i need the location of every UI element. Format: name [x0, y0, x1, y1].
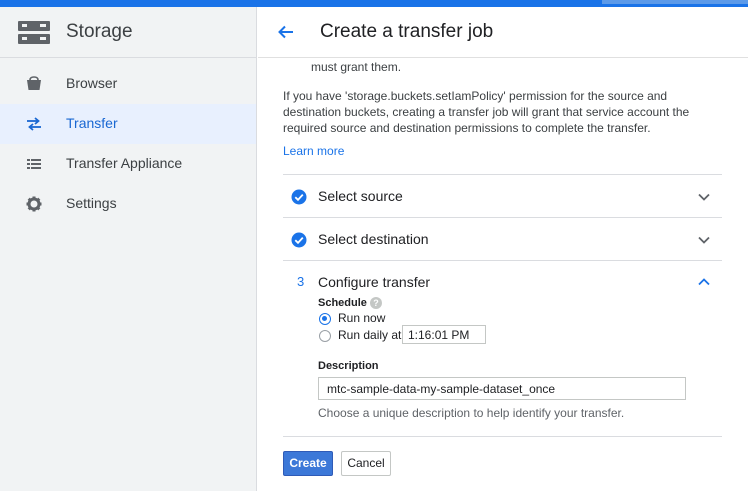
check-circle-icon [291, 232, 307, 248]
step-configure-transfer[interactable]: Configure transfer [318, 274, 430, 290]
arrow-back-icon[interactable] [276, 22, 296, 42]
sidebar-item-transfer-appliance[interactable]: Transfer Appliance [0, 144, 256, 184]
sidebar: Storage Browser Transfer Transfer Applia… [0, 7, 257, 491]
run-now-label: Run now [338, 311, 386, 325]
step-select-source[interactable]: Select source [318, 188, 403, 204]
permission-paragraph: If you have 'storage.buckets.setIamPolic… [283, 89, 690, 135]
check-circle-icon [291, 189, 307, 205]
page-content: must grant them. If you have 'storage.bu… [258, 58, 748, 491]
page-header: Create a transfer job [258, 7, 748, 58]
help-icon[interactable]: ? [370, 297, 382, 309]
sidebar-divider [0, 57, 257, 58]
time-input[interactable]: 1:16:01 PM [402, 325, 486, 344]
chevron-down-icon[interactable] [696, 232, 712, 248]
step-divider [283, 217, 722, 218]
step-divider [283, 260, 722, 261]
step-select-destination[interactable]: Select destination [318, 231, 429, 247]
product-title: Storage [66, 21, 133, 42]
sidebar-item-label: Settings [66, 195, 117, 211]
transfer-arrows-icon [27, 117, 41, 131]
run-now-radio[interactable] [319, 313, 331, 325]
gear-icon [26, 196, 42, 212]
list-icon [27, 159, 41, 169]
main-panel: Create a transfer job must grant them. I… [258, 7, 748, 491]
truncated-text: must grant them. [311, 60, 402, 74]
run-daily-radio[interactable] [319, 330, 331, 342]
schedule-label: Schedule [318, 297, 367, 309]
description-hint: Choose a unique description to help iden… [318, 406, 625, 420]
cancel-button[interactable]: Cancel [341, 451, 391, 476]
sidebar-item-transfer[interactable]: Transfer [0, 104, 256, 144]
learn-more-link[interactable]: Learn more [283, 144, 344, 158]
sidebar-item-label: Transfer [66, 115, 118, 131]
description-label: Description [318, 360, 379, 372]
top-search-bar[interactable] [602, 0, 748, 4]
storage-icon [18, 21, 50, 45]
sidebar-item-label: Browser [66, 75, 118, 91]
sidebar-header: Storage [0, 7, 257, 57]
chevron-down-icon[interactable] [696, 189, 712, 205]
section-divider [283, 436, 722, 437]
step-number: 3 [297, 274, 305, 289]
chevron-up-icon[interactable] [696, 274, 712, 290]
page-title: Create a transfer job [320, 21, 494, 42]
sidebar-item-browser[interactable]: Browser [0, 64, 256, 104]
bucket-icon [27, 76, 41, 90]
run-daily-label: Run daily at [338, 328, 402, 342]
sidebar-item-settings[interactable]: Settings [0, 184, 256, 224]
sidebar-item-label: Transfer Appliance [66, 155, 183, 171]
create-button[interactable]: Create [283, 451, 333, 476]
step-divider [283, 174, 722, 175]
description-input[interactable]: mtc-sample-data-my-sample-dataset_once [318, 377, 686, 400]
